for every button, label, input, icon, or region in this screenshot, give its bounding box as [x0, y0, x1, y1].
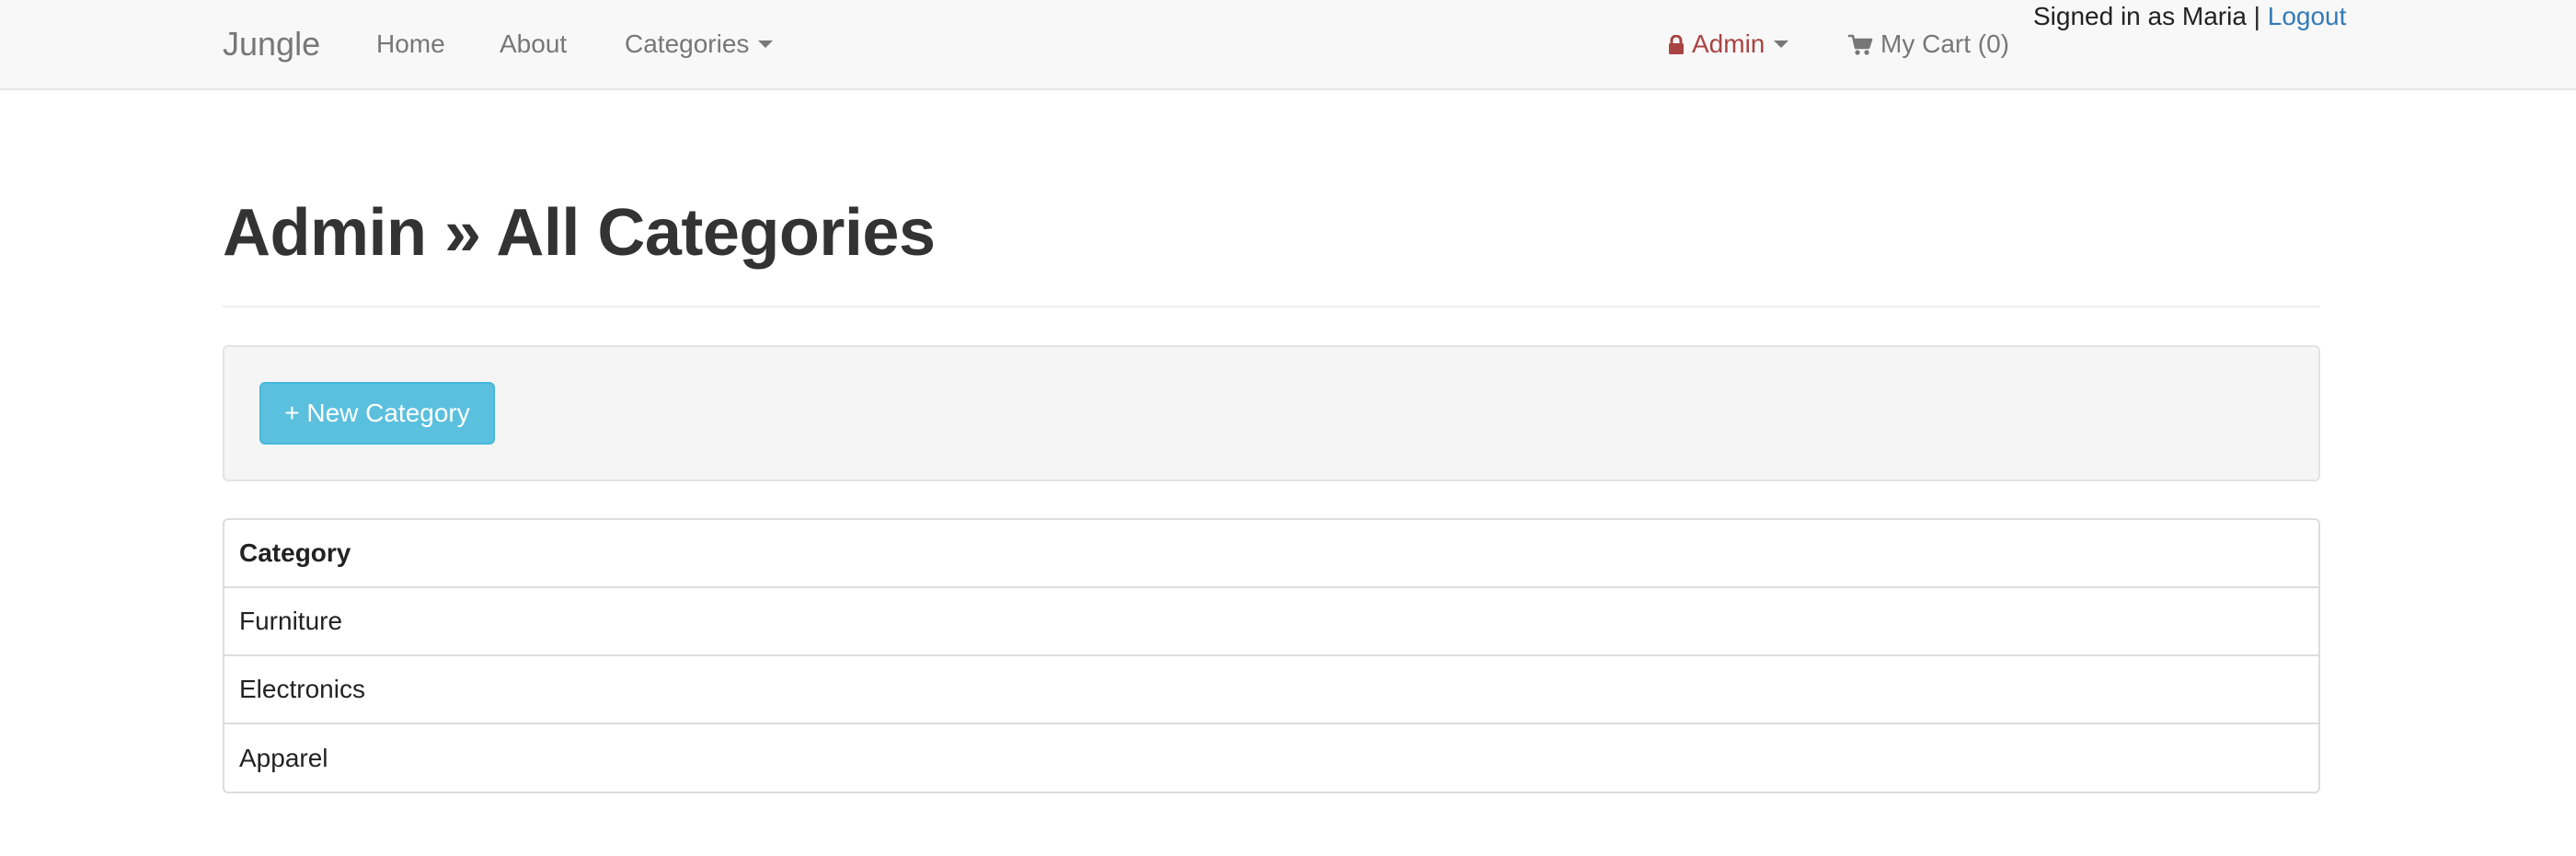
- nav-home-label: Home: [376, 29, 445, 58]
- brand-link[interactable]: Jungle: [223, 0, 320, 88]
- caret-down-icon: [1774, 40, 1789, 48]
- signed-in-text: Signed in as Maria |: [2033, 2, 2260, 30]
- signed-in-status: Signed in as Maria | Logout: [2033, 2, 2346, 31]
- nav-categories-dropdown[interactable]: Categories: [625, 0, 774, 88]
- title-divider: [223, 306, 2320, 307]
- table-row: Furniture: [224, 588, 2318, 656]
- navbar: Jungle Home About Categories Admin My Ca…: [0, 0, 2576, 90]
- category-name-cell: Apparel: [239, 744, 328, 772]
- nav-about-link[interactable]: About: [500, 0, 567, 88]
- logout-link[interactable]: Logout: [2268, 2, 2347, 30]
- shopping-cart-icon: [1848, 34, 1873, 55]
- admin-dropdown[interactable]: Admin: [1668, 0, 1789, 88]
- categories-table: Category Furniture Electronics Apparel: [223, 518, 2320, 793]
- table-row: Apparel: [224, 724, 2318, 792]
- lock-icon: [1669, 35, 1684, 54]
- admin-label: Admin: [1692, 29, 1765, 58]
- my-cart-label: My Cart (0): [1880, 29, 2009, 58]
- category-name-cell: Furniture: [239, 607, 343, 635]
- page-title: Admin » All Categories: [223, 196, 936, 270]
- table-header: Category: [224, 520, 2318, 588]
- column-header-category: Category: [239, 538, 351, 567]
- new-category-button[interactable]: + New Category: [259, 382, 495, 445]
- table-row: Electronics: [224, 656, 2318, 724]
- my-cart-link[interactable]: My Cart (0): [1847, 0, 2009, 88]
- actions-panel: + New Category: [223, 345, 2320, 481]
- nav-about-label: About: [500, 29, 568, 58]
- nav-categories-label: Categories: [625, 29, 750, 58]
- caret-down-icon: [758, 40, 774, 48]
- category-name-cell: Electronics: [239, 675, 365, 703]
- nav-home-link[interactable]: Home: [376, 0, 445, 88]
